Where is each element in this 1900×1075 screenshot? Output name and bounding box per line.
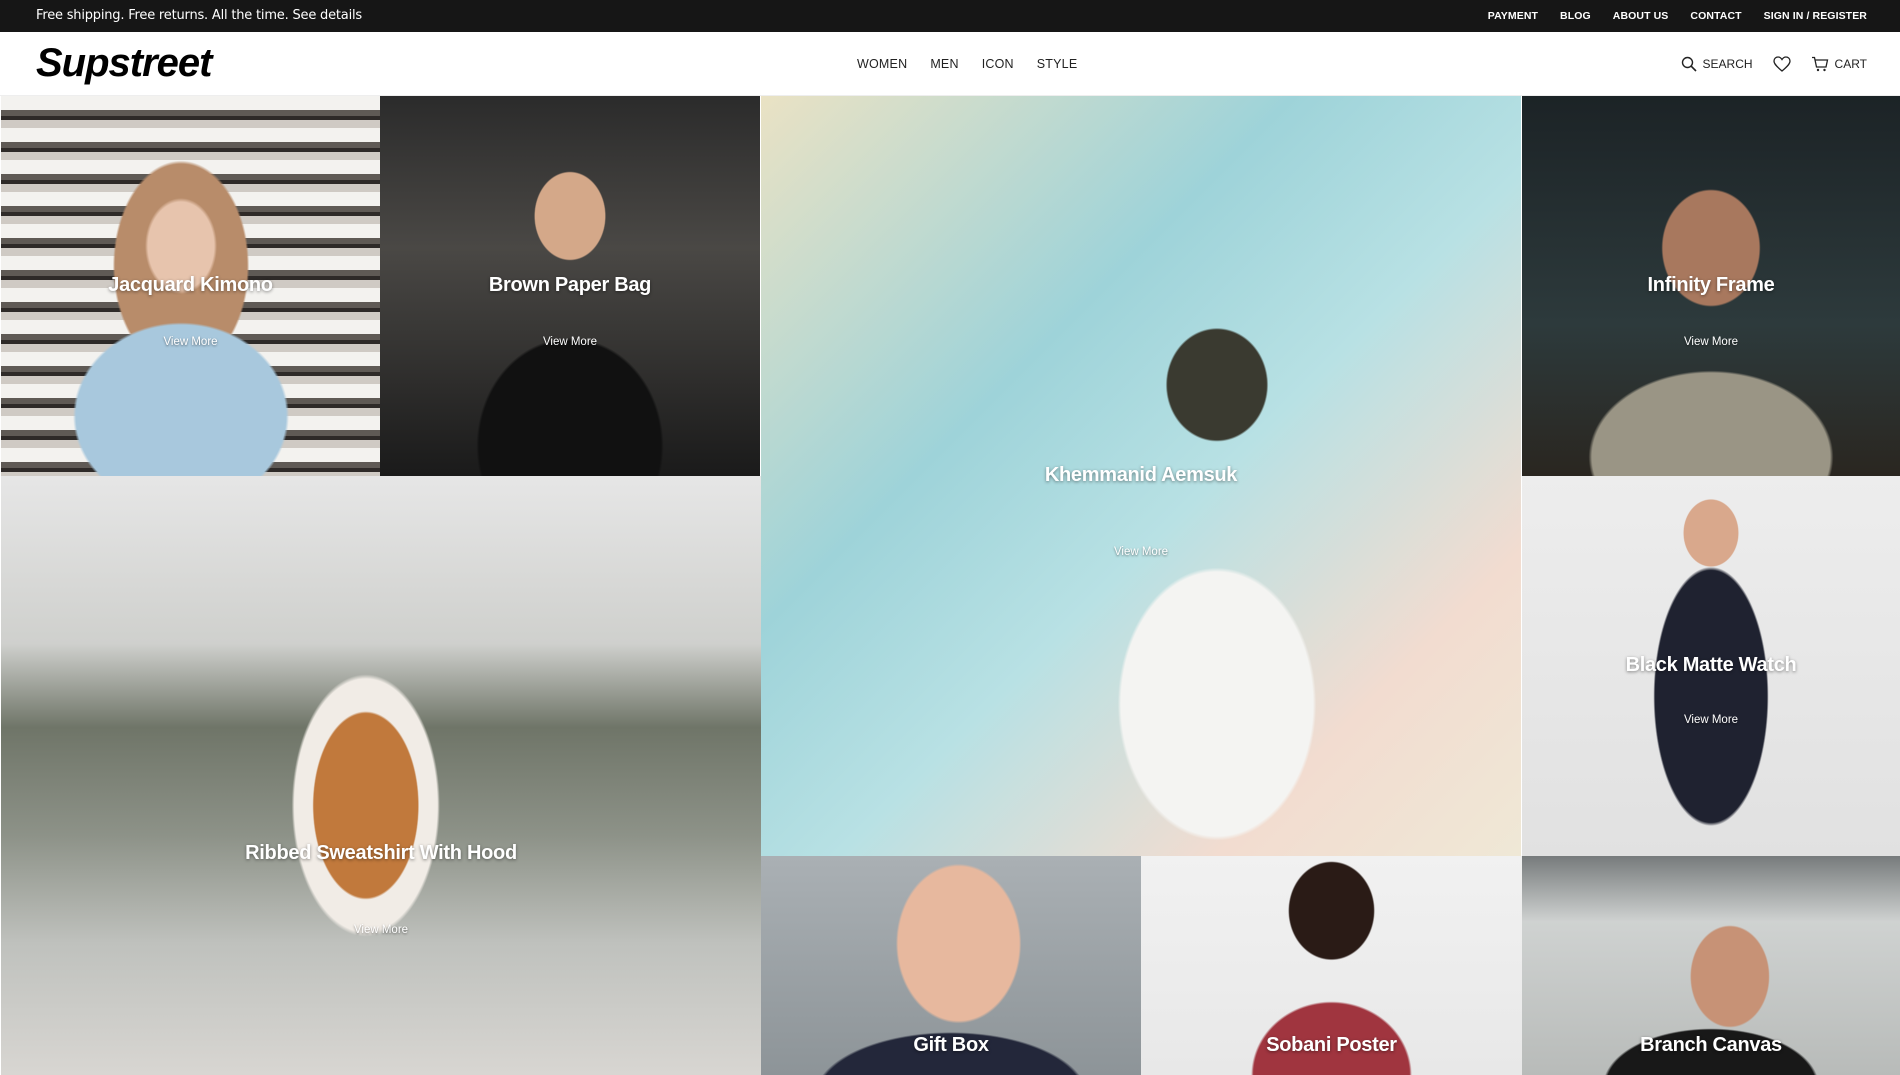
product-title: Sobani Poster	[1266, 1034, 1397, 1056]
search-label: SEARCH	[1702, 57, 1753, 71]
product-tile-sobani-poster[interactable]: Sobani Poster	[1141, 856, 1522, 1075]
nav-style[interactable]: STYLE	[1037, 57, 1078, 71]
blog-link[interactable]: BLOG	[1560, 10, 1591, 22]
model-figure	[440, 126, 700, 476]
nav-icon[interactable]: ICON	[982, 57, 1014, 71]
view-more-link[interactable]: View More	[380, 336, 760, 348]
view-more-link[interactable]: View More	[761, 546, 1521, 558]
view-more-link[interactable]: View More	[1, 336, 380, 348]
search-icon	[1681, 56, 1697, 72]
view-more-link[interactable]: View More	[1522, 336, 1900, 348]
product-image	[1, 476, 761, 1075]
utility-links: PAYMENT BLOG ABOUT US CONTACT SIGN IN / …	[1488, 0, 1867, 32]
product-title: Branch Canvas	[1640, 1034, 1782, 1056]
product-tile-infinity-frame[interactable]: Infinity Frame View More	[1522, 96, 1900, 476]
wishlist-button[interactable]	[1772, 56, 1791, 72]
cart-label: CART	[1834, 57, 1867, 71]
product-tile-branch-canvas[interactable]: Branch Canvas	[1522, 856, 1900, 1075]
view-more-link[interactable]: View More	[1522, 714, 1900, 726]
product-tile-brown-paper-bag[interactable]: Brown Paper Bag View More	[380, 96, 760, 476]
announcement-bar: Free shipping. Free returns. All the tim…	[0, 0, 1900, 32]
product-tile-jacquard-kimono[interactable]: Jacquard Kimono View More	[1, 96, 380, 476]
header-tools: SEARCH CART	[1681, 32, 1867, 96]
search-button[interactable]: SEARCH	[1681, 56, 1753, 72]
shipping-promo[interactable]: Free shipping. Free returns. All the tim…	[36, 0, 362, 32]
product-tile-ribbed-sweatshirt[interactable]: Ribbed Sweatshirt With Hood View More	[1, 476, 761, 1075]
product-tile-gift-box[interactable]: Gift Box	[761, 856, 1141, 1075]
nav-men[interactable]: MEN	[930, 57, 958, 71]
cart-icon	[1811, 56, 1829, 72]
product-tile-khemmanid-aemsuk[interactable]: Khemmanid Aemsuk View More	[761, 96, 1521, 856]
heart-icon	[1772, 56, 1791, 72]
cart-button[interactable]: CART	[1811, 56, 1867, 72]
product-title: Gift Box	[913, 1034, 989, 1056]
site-logo[interactable]: Supstreet	[36, 40, 212, 86]
product-title: Brown Paper Bag	[488, 274, 652, 296]
site-header: Supstreet WOMEN MEN ICON STYLE SEARCH CA…	[0, 32, 1900, 96]
product-tile-black-matte-watch[interactable]: Black Matte Watch View More	[1522, 476, 1900, 856]
product-title: Ribbed Sweatshirt With Hood	[245, 842, 517, 864]
contact-link[interactable]: CONTACT	[1690, 10, 1741, 22]
product-title: Jacquard Kimono	[108, 274, 273, 296]
nav-women[interactable]: WOMEN	[857, 57, 907, 71]
view-more-link[interactable]: View More	[1, 924, 761, 936]
product-title: Khemmanid Aemsuk	[1044, 464, 1238, 486]
about-us-link[interactable]: ABOUT US	[1613, 10, 1669, 22]
product-title: Black Matte Watch	[1625, 654, 1797, 676]
sign-in-register-link[interactable]: SIGN IN / REGISTER	[1764, 10, 1867, 22]
payment-link[interactable]: PAYMENT	[1488, 10, 1538, 22]
main-nav: WOMEN MEN ICON STYLE	[857, 32, 1077, 96]
product-title: Infinity Frame	[1647, 274, 1775, 296]
